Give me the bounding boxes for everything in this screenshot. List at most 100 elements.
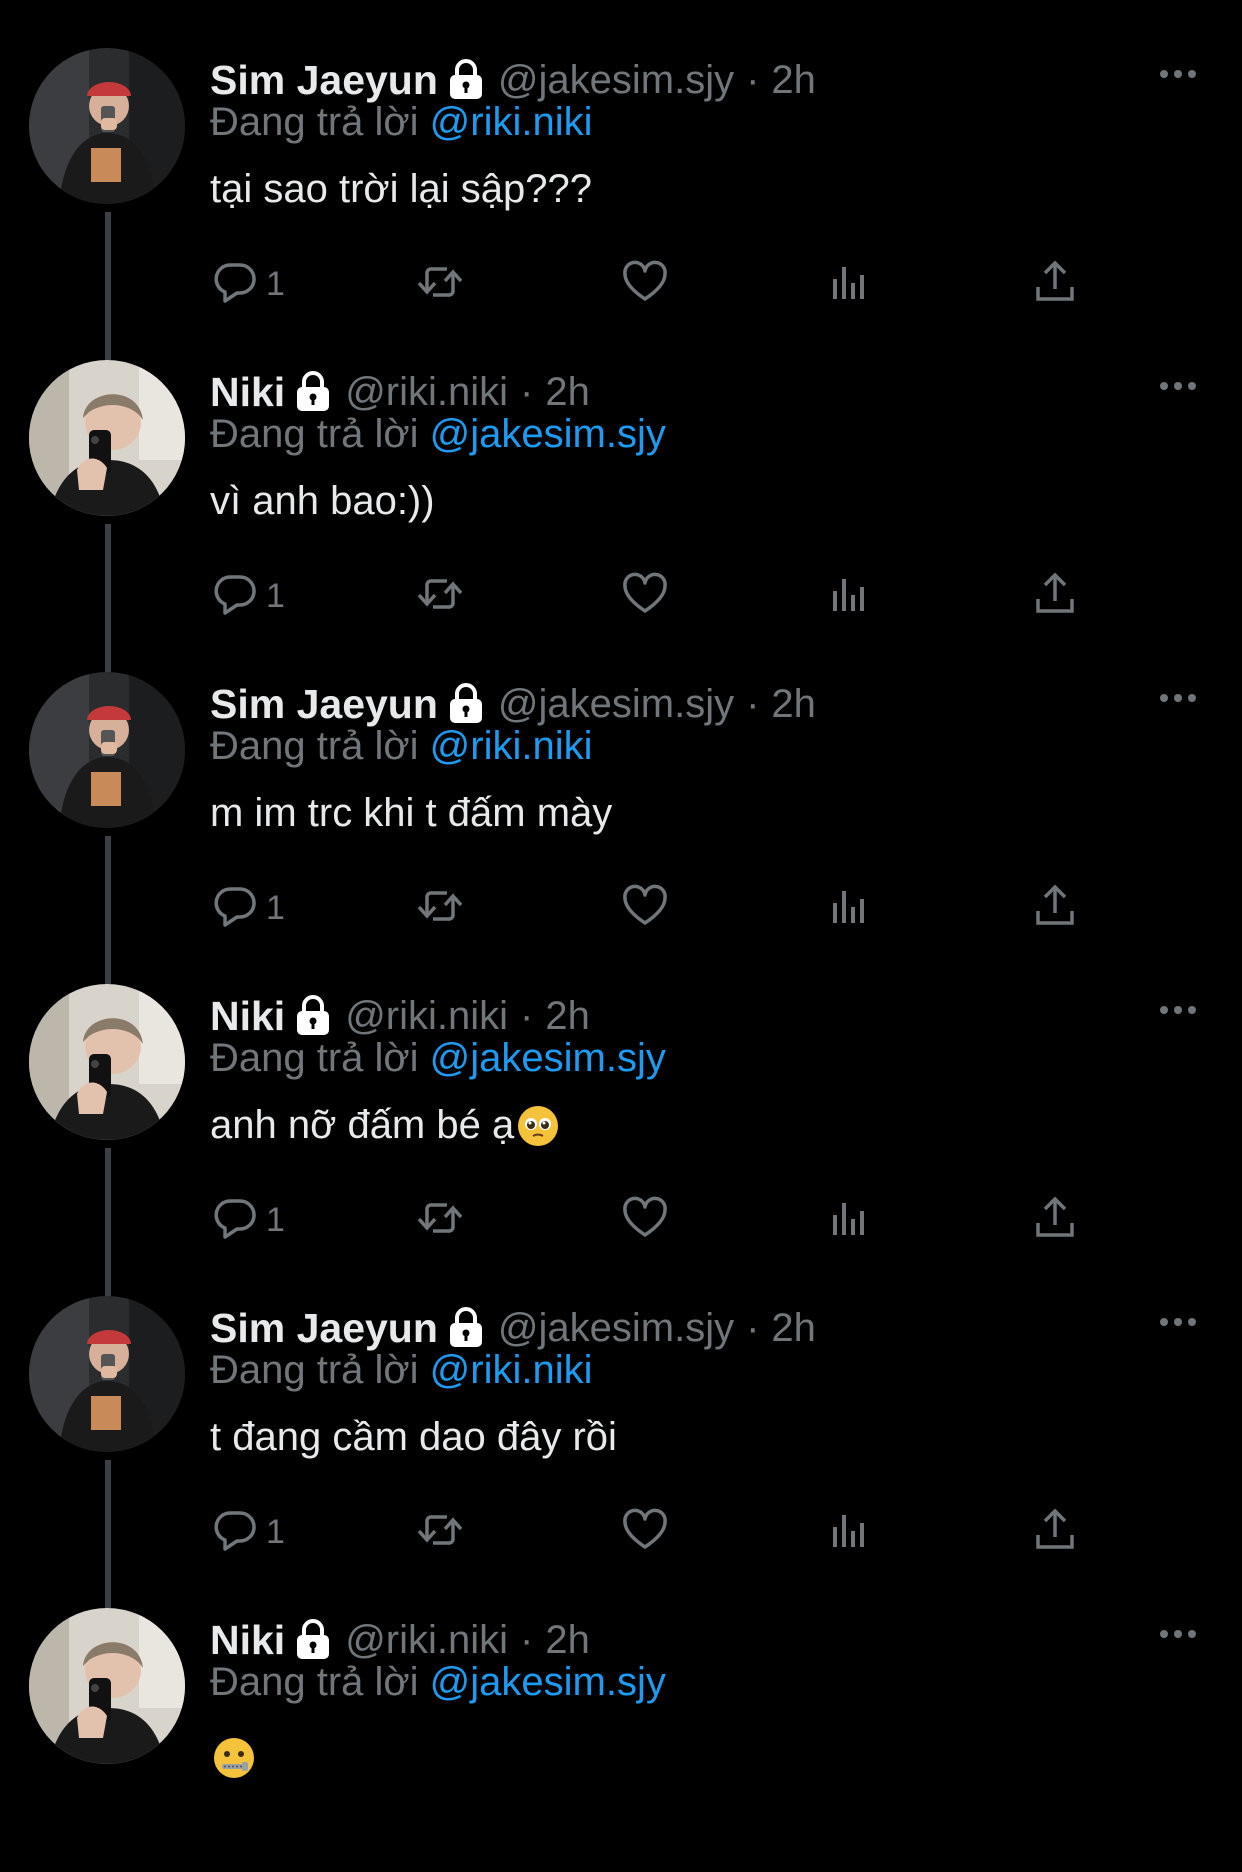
timestamp[interactable]: 2h — [545, 370, 590, 415]
share-button[interactable] — [1030, 568, 1080, 624]
reply-icon — [210, 881, 260, 936]
mention-link[interactable]: @jakesim.sjy — [430, 1036, 666, 1080]
share-button[interactable] — [1030, 880, 1080, 936]
reply-icon — [210, 569, 260, 624]
retweet-icon — [415, 1505, 465, 1560]
timestamp[interactable]: 2h — [771, 58, 816, 103]
tweet[interactable]: Sim Jaeyun @jakesim.sjy · 2h Đang trả lời @r… — [0, 0, 1242, 360]
replying-to: Đang trả lời @jakesim.sjy — [210, 1036, 666, 1081]
mention-link[interactable]: @jakesim.sjy — [430, 412, 666, 456]
avatar[interactable] — [29, 360, 185, 516]
more-options-icon[interactable] — [1158, 62, 1198, 86]
views-icon — [825, 1505, 875, 1560]
more-options-icon[interactable] — [1158, 686, 1198, 710]
reply-button[interactable]: 1 — [210, 880, 285, 936]
lock-icon — [446, 59, 486, 101]
retweet-button[interactable] — [415, 1192, 465, 1248]
display-name[interactable]: Sim Jaeyun — [210, 57, 438, 104]
display-name[interactable]: Niki — [210, 993, 285, 1040]
like-button[interactable] — [620, 256, 670, 312]
timestamp[interactable]: 2h — [545, 1618, 590, 1663]
display-name[interactable]: Sim Jaeyun — [210, 681, 438, 728]
avatar[interactable] — [29, 984, 185, 1140]
tweet[interactable]: Niki @riki.niki · 2h Đang trả lời @jakesim.s… — [0, 936, 1242, 1296]
views-icon — [825, 881, 875, 936]
separator-dot: · — [746, 681, 760, 726]
tweet-body: tại sao trời lại sập??? — [210, 167, 592, 211]
replying-to: Đang trả lời @jakesim.sjy — [210, 1660, 666, 1705]
avatar[interactable] — [29, 48, 185, 204]
replying-to-label: Đang trả lời — [210, 1660, 419, 1704]
replying-to: Đang trả lời @riki.niki — [210, 100, 593, 145]
tweet[interactable]: Niki @riki.niki · 2h Đang trả lời @jakesim.s… — [0, 1560, 1242, 1872]
views-button[interactable] — [825, 568, 875, 624]
share-icon — [1030, 1193, 1080, 1248]
reply-thread: Sim Jaeyun @jakesim.sjy · 2h Đang trả lời @r… — [0, 0, 1242, 1855]
reply-button[interactable]: 1 — [210, 1192, 285, 1248]
display-name[interactable]: Niki — [210, 1617, 285, 1664]
reply-button[interactable]: 1 — [210, 568, 285, 624]
tweet-actions: 1 — [210, 568, 1110, 624]
reply-count: 1 — [266, 888, 285, 927]
share-icon — [1030, 569, 1080, 624]
tweet[interactable]: Niki @riki.niki · 2h Đang trả lời @jakesim.s… — [0, 312, 1242, 672]
tweet-text: tại sao trời lại sập??? — [210, 167, 592, 212]
like-button[interactable] — [620, 1504, 670, 1560]
user-handle[interactable]: @riki.niki — [345, 370, 508, 415]
tweet[interactable]: Sim Jaeyun @jakesim.sjy · 2h Đang trả lời @r… — [0, 1248, 1242, 1608]
like-button[interactable] — [620, 568, 670, 624]
user-handle[interactable]: @jakesim.sjy — [498, 58, 734, 103]
reply-icon — [210, 1505, 260, 1560]
mention-link[interactable]: @riki.niki — [430, 1348, 593, 1392]
share-button[interactable] — [1030, 1192, 1080, 1248]
avatar[interactable] — [29, 1608, 185, 1764]
retweet-icon — [415, 569, 465, 624]
replying-to-label: Đang trả lời — [210, 412, 419, 456]
retweet-button[interactable] — [415, 1504, 465, 1560]
tweet[interactable]: Sim Jaeyun @jakesim.sjy · 2h Đang trả lời @r… — [0, 624, 1242, 984]
user-handle[interactable]: @jakesim.sjy — [498, 682, 734, 727]
display-name[interactable]: Sim Jaeyun — [210, 1305, 438, 1352]
reply-count: 1 — [266, 1200, 285, 1239]
user-handle[interactable]: @riki.niki — [345, 994, 508, 1039]
mention-link[interactable]: @riki.niki — [430, 100, 593, 144]
share-icon — [1030, 257, 1080, 312]
tweet-actions: 1 — [210, 1192, 1110, 1248]
reply-button[interactable]: 1 — [210, 256, 285, 312]
avatar[interactable] — [29, 672, 185, 828]
more-options-icon[interactable] — [1158, 998, 1198, 1022]
retweet-icon — [415, 881, 465, 936]
user-handle[interactable]: @riki.niki — [345, 1618, 508, 1663]
tweet-text: m im trc khi t đấm mày — [210, 791, 612, 836]
reply-button[interactable]: 1 — [210, 1504, 285, 1560]
views-button[interactable] — [825, 880, 875, 936]
avatar[interactable] — [29, 1296, 185, 1452]
display-name[interactable]: Niki — [210, 369, 285, 416]
separator-dot: · — [520, 369, 534, 414]
retweet-button[interactable] — [415, 568, 465, 624]
timestamp[interactable]: 2h — [771, 1306, 816, 1351]
retweet-button[interactable] — [415, 880, 465, 936]
views-button[interactable] — [825, 1504, 875, 1560]
like-button[interactable] — [620, 1192, 670, 1248]
more-options-icon[interactable] — [1158, 374, 1198, 398]
replying-to: Đang trả lời @jakesim.sjy — [210, 412, 666, 457]
retweet-button[interactable] — [415, 256, 465, 312]
reply-icon — [210, 257, 260, 312]
more-options-icon[interactable] — [1158, 1310, 1198, 1334]
views-button[interactable] — [825, 1192, 875, 1248]
mention-link[interactable]: @riki.niki — [430, 724, 593, 768]
timestamp[interactable]: 2h — [545, 994, 590, 1039]
mention-link[interactable]: @jakesim.sjy — [430, 1660, 666, 1704]
views-icon — [825, 1193, 875, 1248]
share-button[interactable] — [1030, 1504, 1080, 1560]
more-options-icon[interactable] — [1158, 1622, 1198, 1646]
user-handle[interactable]: @jakesim.sjy — [498, 1306, 734, 1351]
tweet-body: t đang cầm dao đây rồi — [210, 1415, 617, 1459]
timestamp[interactable]: 2h — [771, 682, 816, 727]
lock-icon — [293, 371, 333, 413]
share-button[interactable] — [1030, 256, 1080, 312]
lock-icon — [293, 1619, 333, 1661]
views-button[interactable] — [825, 256, 875, 312]
like-button[interactable] — [620, 880, 670, 936]
